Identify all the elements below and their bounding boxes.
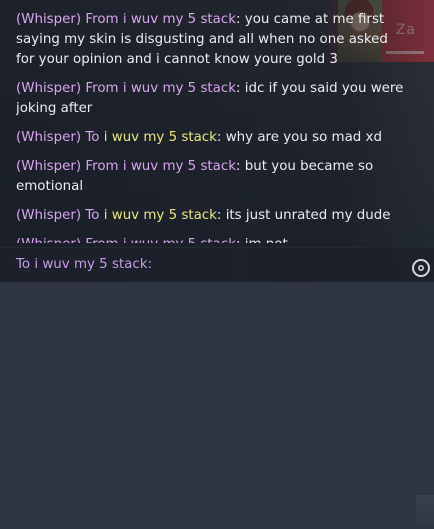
message-direction: From <box>85 12 119 27</box>
chat-panel: (Whisper) From i wuv my 5 stack: you cam… <box>0 0 434 529</box>
whisper-partner-name[interactable]: i wuv my 5 stack <box>104 208 217 223</box>
message-text: im not <box>245 237 288 243</box>
settings-icon <box>417 264 425 272</box>
whisper-tag: (Whisper) <box>16 130 82 145</box>
message-direction: To <box>85 130 100 145</box>
chat-message: (Whisper) From i wuv my 5 stack: you cam… <box>16 10 408 70</box>
whisper-tag: (Whisper) <box>16 237 81 243</box>
message-direction: To <box>85 208 100 223</box>
message-text: its just unrated my dude <box>225 208 391 223</box>
whisper-partner-name[interactable]: i wuv my 5 stack <box>123 237 236 243</box>
chat-input-corner <box>416 495 434 529</box>
chat-message: (Whisper) To i wuv my 5 stack: its just … <box>16 206 408 226</box>
chat-message: (Whisper) From i wuv my 5 stack: but you… <box>16 157 408 197</box>
whisper-partner-name[interactable]: i wuv my 5 stack <box>104 130 217 145</box>
message-direction: From <box>85 159 119 174</box>
whisper-tag: (Whisper) <box>16 159 82 174</box>
chat-message: (Whisper) From i wuv my 5 stack: idc if … <box>16 79 408 119</box>
chat-message: (Whisper) From i wuv my 5 stack: im not <box>16 235 408 243</box>
message-separator: : <box>216 130 226 145</box>
message-direction: From <box>85 81 119 96</box>
whisper-partner-name[interactable]: i wuv my 5 stack <box>123 81 236 96</box>
message-separator: : <box>236 159 245 174</box>
chat-input-label: To i wuv my 5 stack: <box>16 257 153 272</box>
whisper-tag: (Whisper) <box>16 12 82 27</box>
whisper-partner-name[interactable]: i wuv my 5 stack <box>123 159 236 174</box>
message-separator: : <box>236 12 245 27</box>
whisper-tag: (Whisper) <box>16 208 82 223</box>
message-direction: From <box>85 237 118 243</box>
chat-input[interactable] <box>160 253 404 277</box>
message-separator: : <box>216 208 226 223</box>
message-separator: : <box>236 81 245 96</box>
whisper-partner-name[interactable]: i wuv my 5 stack <box>123 12 236 27</box>
message-text: why are you so mad xd <box>225 130 382 145</box>
message-separator: : <box>236 237 245 243</box>
chat-message-list[interactable]: (Whisper) From i wuv my 5 stack: you cam… <box>16 10 408 243</box>
chat-input-row: To i wuv my 5 stack: <box>0 247 434 529</box>
chat-settings-button[interactable] <box>412 259 430 277</box>
chat-message: (Whisper) To i wuv my 5 stack: why are y… <box>16 128 408 148</box>
whisper-tag: (Whisper) <box>16 81 82 96</box>
